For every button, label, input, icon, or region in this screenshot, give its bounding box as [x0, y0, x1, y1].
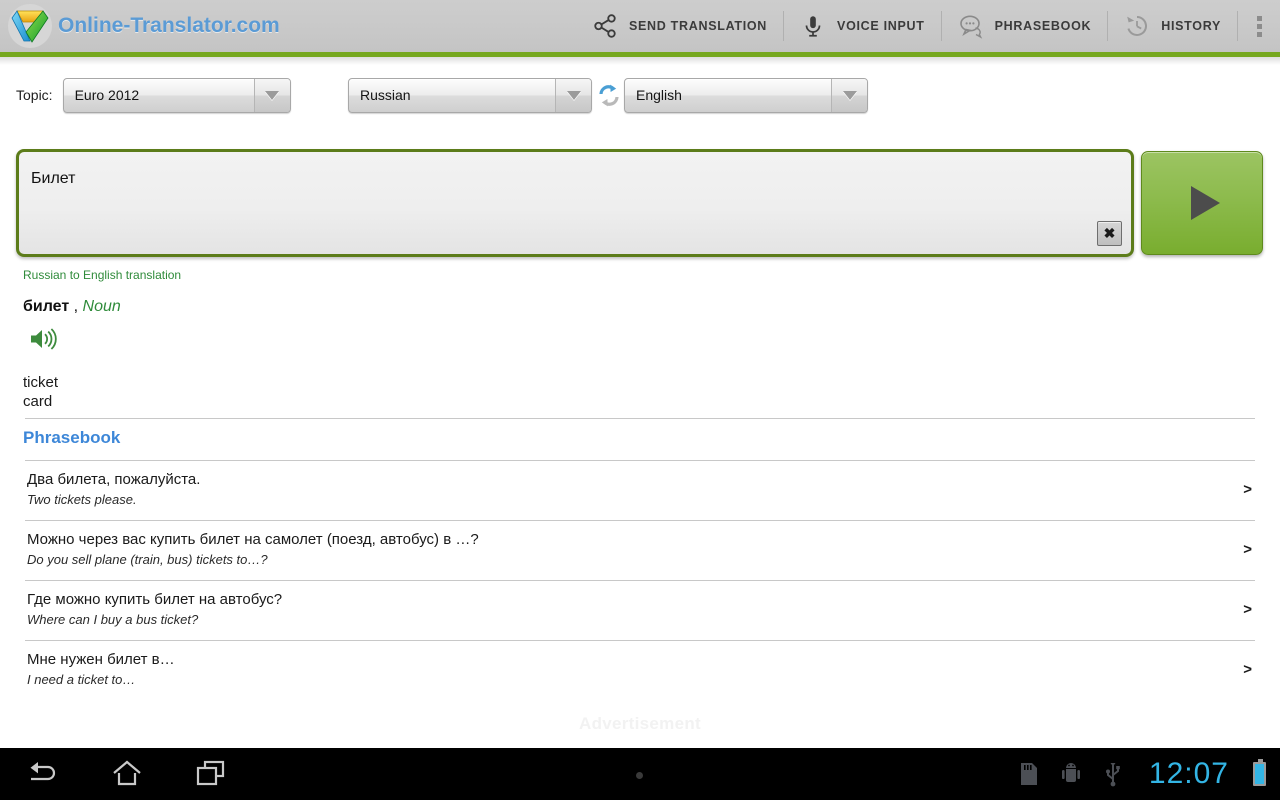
header-actions: SEND TRANSLATION VOICE INPUT PHRASEBOOK …: [576, 0, 1280, 52]
part-of-speech: Noun: [82, 298, 121, 315]
play-triangle-icon: [1190, 186, 1220, 220]
chevron-down-icon: [831, 78, 867, 112]
phrase-source: Где можно купить билет на автобус?: [27, 591, 283, 608]
list-item[interactable]: Мне нужен билет в… I need a ticket to… >: [25, 641, 1255, 701]
translation-direction-note: Russian to English translation: [23, 268, 182, 282]
target-language-select[interactable]: English: [624, 77, 868, 113]
translation-senses: ticket card: [23, 373, 58, 411]
chevron-right-icon: >: [1243, 601, 1252, 618]
phrase-source: Мне нужен билет в…: [27, 651, 175, 668]
list-item[interactable]: Можно через вас купить билет на самолет …: [25, 521, 1255, 581]
headword-text: билет: [23, 298, 70, 315]
list-item[interactable]: Два билета, пожалуйста. Two tickets plea…: [25, 461, 1255, 521]
chevron-right-icon: >: [1243, 661, 1252, 678]
speaker-sound-icon[interactable]: [28, 326, 60, 352]
chevron-down-icon: [253, 78, 290, 112]
phrasebook-section-title: Phrasebook: [23, 428, 121, 447]
phrase-source: Можно через вас купить билет на самолет …: [27, 531, 479, 548]
speech-bubbles-icon: [958, 13, 984, 39]
phrase-source: Два билета, пожалуйста.: [27, 471, 201, 488]
clear-input-button[interactable]: ✖: [1097, 221, 1122, 246]
sense-item: card: [23, 393, 53, 410]
topic-select-value: Euro 2012: [74, 87, 140, 103]
voice-input-button[interactable]: VOICE INPUT: [784, 0, 941, 52]
history-clock-icon: [1124, 13, 1150, 39]
source-text-value: Билет: [31, 170, 76, 187]
selector-bar: Topic: Euro 2012 Russian English: [0, 65, 1280, 125]
advertisement-label: Advertisement: [579, 714, 701, 733]
menu-dot-icon[interactable]: [636, 772, 643, 779]
source-text-input[interactable]: Билет ✖: [16, 149, 1134, 257]
headword-line: билет , Noun: [23, 298, 121, 316]
android-debug-icon: [1059, 761, 1083, 787]
overflow-menu-icon[interactable]: [1238, 0, 1280, 52]
topic-label: Topic:: [16, 87, 53, 103]
section-divider: [25, 418, 1255, 419]
back-arrow-icon[interactable]: [22, 753, 64, 795]
brand[interactable]: Online-Translator.com: [0, 2, 280, 50]
phrase-target: I need a ticket to…: [27, 672, 136, 687]
phrasebook-list: Два билета, пожалуйста. Two tickets plea…: [0, 461, 1280, 701]
advertisement-area: Advertisement: [0, 700, 1280, 748]
overflow-dot: [1256, 31, 1262, 37]
phrase-target: Where can I buy a bus ticket?: [27, 612, 199, 627]
source-language-select[interactable]: Russian: [348, 77, 592, 113]
battery-icon: [1253, 759, 1266, 786]
topic-select[interactable]: Euro 2012: [62, 77, 291, 113]
share-icon: [592, 13, 618, 39]
app-root: Online-Translator.com SEND TRANSLATION V…: [0, 0, 1280, 800]
history-label: HISTORY: [1161, 19, 1221, 33]
target-language-value: English: [636, 87, 682, 103]
home-icon[interactable]: [106, 753, 148, 795]
header-shadow: [0, 57, 1280, 65]
overflow-dot: [1256, 23, 1262, 29]
overflow-dot: [1256, 15, 1262, 21]
voice-input-label: VOICE INPUT: [837, 19, 925, 33]
chevron-down-icon: [555, 78, 591, 112]
send-translation-button[interactable]: SEND TRANSLATION: [576, 0, 783, 52]
swap-languages-icon[interactable]: [596, 82, 622, 108]
usb-icon: [1101, 761, 1125, 787]
translate-button[interactable]: [1141, 151, 1263, 255]
phrase-target: Do you sell plane (train, bus) tickets t…: [27, 552, 268, 567]
brand-title: Online-Translator.com: [58, 14, 280, 37]
phrasebook-label: PHRASEBOOK: [994, 19, 1092, 33]
nav-buttons: [22, 753, 232, 795]
sense-item: ticket: [23, 374, 59, 391]
microphone-icon: [800, 13, 826, 39]
headword-comma: ,: [69, 298, 83, 315]
phrasebook-button[interactable]: PHRASEBOOK: [942, 0, 1108, 52]
source-language-value: Russian: [360, 87, 411, 103]
status-clock: 12:07: [1148, 757, 1229, 790]
recent-apps-icon[interactable]: [190, 753, 232, 795]
list-item[interactable]: Где можно купить билет на автобус? Where…: [25, 581, 1255, 641]
history-button[interactable]: HISTORY: [1108, 0, 1237, 52]
status-icons: 12:07: [1017, 757, 1266, 791]
translator-logo-icon: [6, 2, 54, 50]
send-translation-label: SEND TRANSLATION: [628, 19, 768, 33]
chevron-right-icon: >: [1243, 481, 1252, 498]
phrase-target: Two tickets please.: [27, 492, 137, 507]
chevron-right-icon: >: [1243, 541, 1252, 558]
app-header: Online-Translator.com SEND TRANSLATION V…: [0, 0, 1280, 52]
sd-card-icon: [1017, 761, 1041, 787]
